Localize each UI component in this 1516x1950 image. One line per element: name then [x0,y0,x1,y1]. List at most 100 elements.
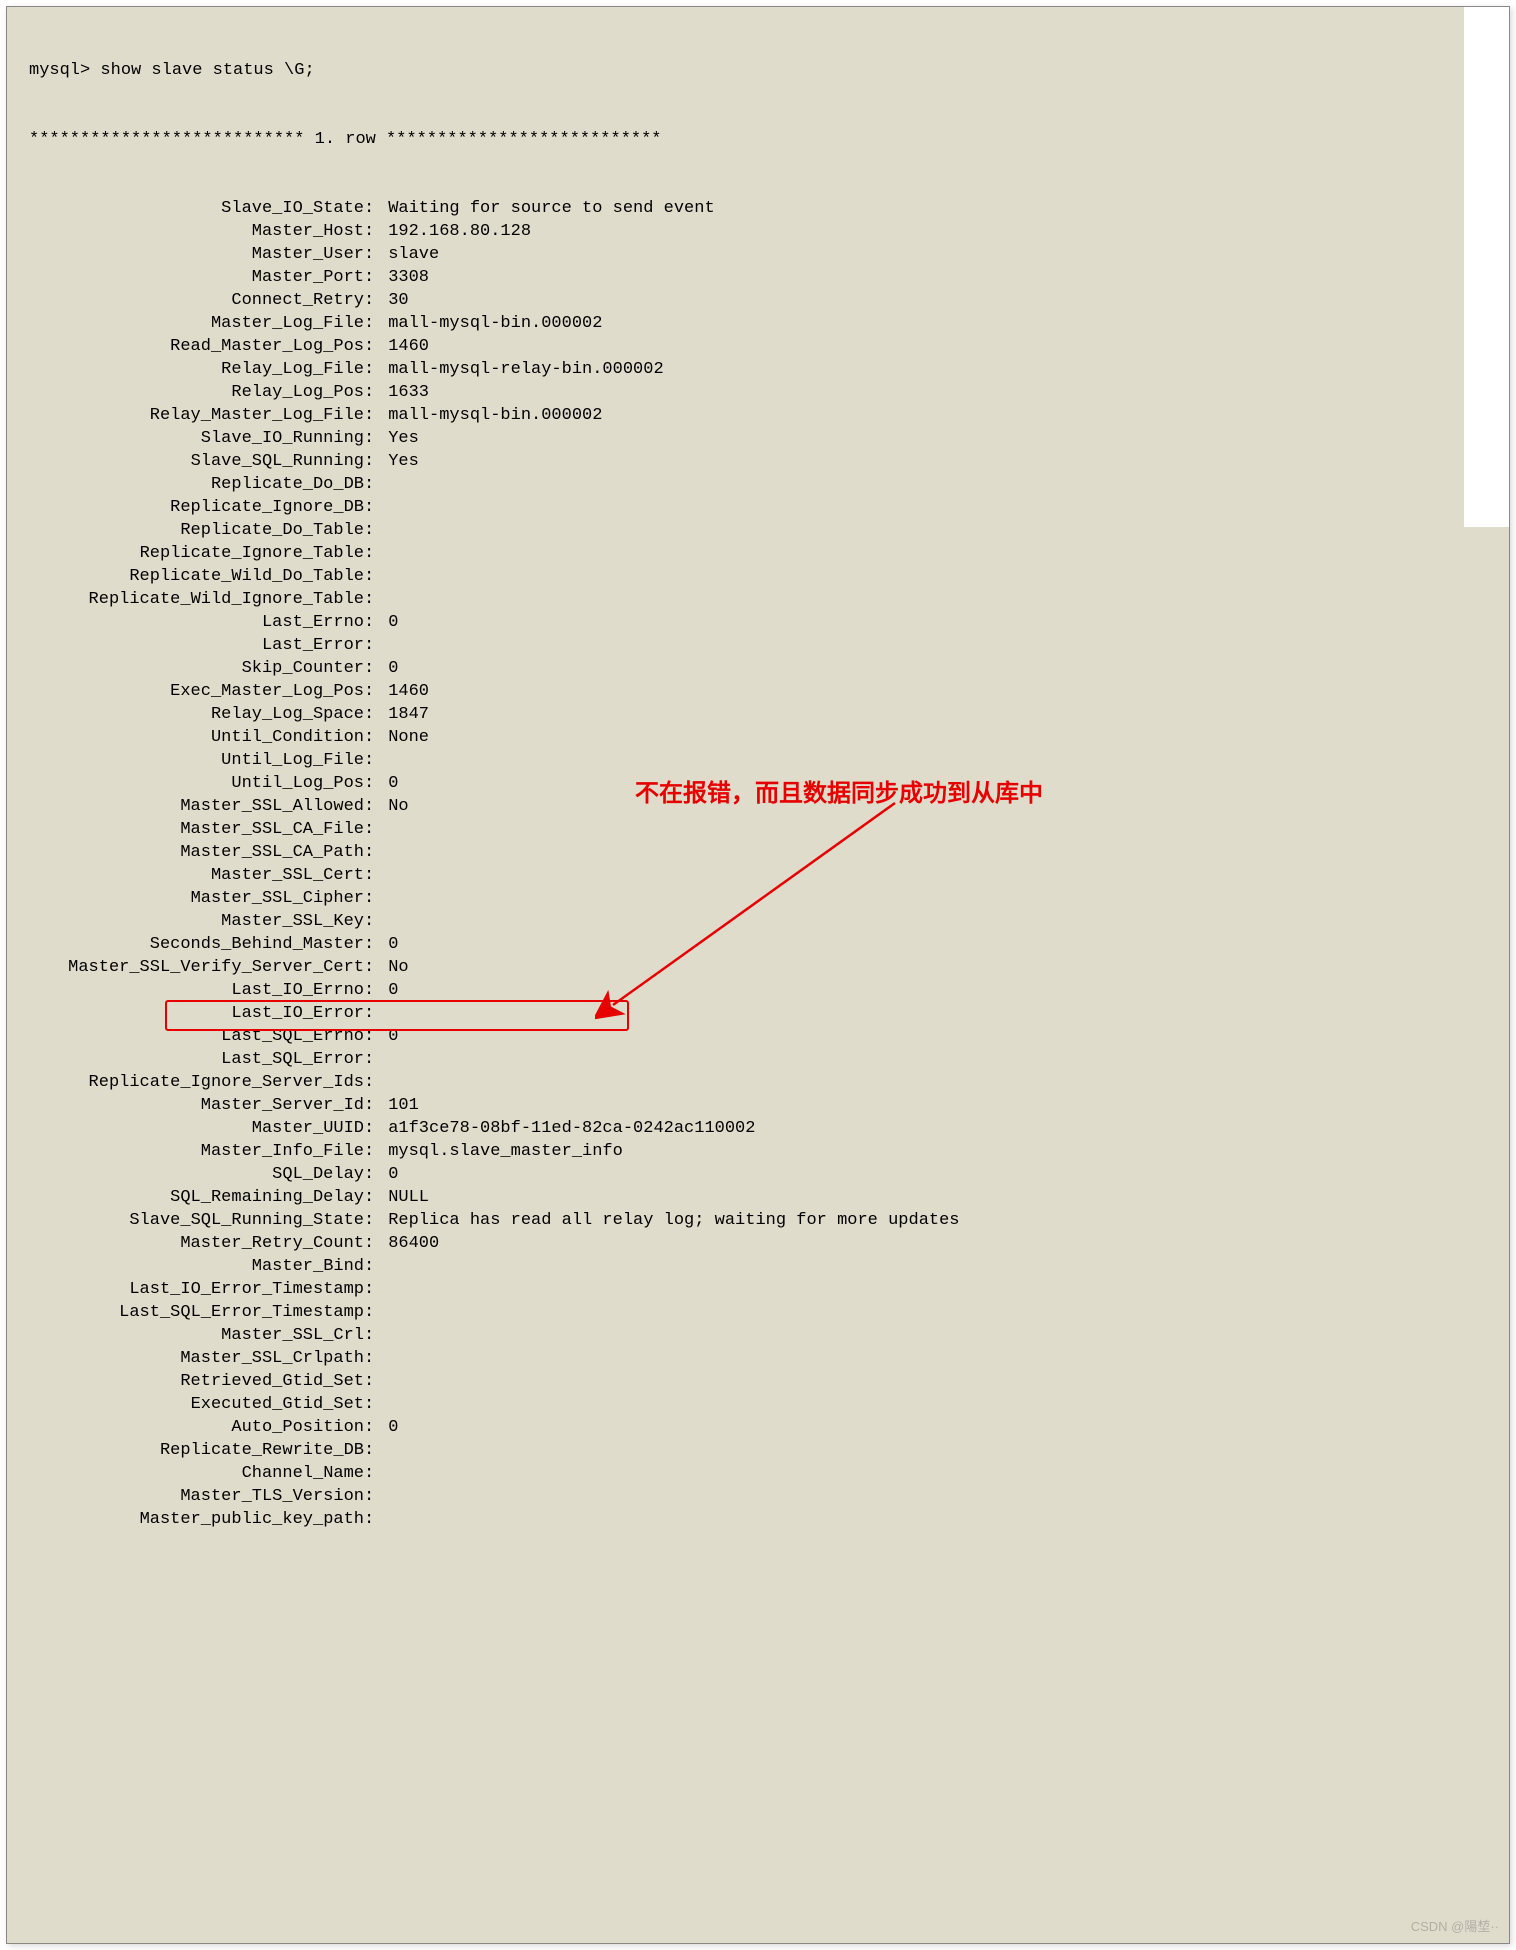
field-label: Until_Log_Pos [29,772,364,795]
field-label: Seconds_Behind_Master [29,933,364,956]
whitespace-patch [1464,7,1509,527]
field-value: mall-mysql-bin.000002 [378,312,602,335]
status-row: Replicate_Ignore_DB: [29,496,1509,519]
field-value: 0 [378,1163,398,1186]
field-label: Last_IO_Errno [29,979,364,1002]
colon: : [364,312,378,335]
field-value: 1460 [378,335,429,358]
colon: : [364,1485,378,1508]
status-row: Exec_Master_Log_Pos: 1460 [29,680,1509,703]
colon: : [364,473,378,496]
field-label: Slave_IO_State [29,197,364,220]
colon: : [364,519,378,542]
colon: : [364,496,378,519]
field-label: Until_Condition [29,726,364,749]
status-row: SQL_Delay: 0 [29,1163,1509,1186]
status-row: Replicate_Rewrite_DB: [29,1439,1509,1462]
field-label: Last_SQL_Error_Timestamp [29,1301,364,1324]
colon: : [364,887,378,910]
colon: : [364,795,378,818]
status-row: Skip_Counter: 0 [29,657,1509,680]
colon: : [364,933,378,956]
field-label: Skip_Counter [29,657,364,680]
colon: : [364,289,378,312]
status-row: Replicate_Do_Table: [29,519,1509,542]
field-label: Master_SSL_Crl [29,1324,364,1347]
field-label: Master_UUID [29,1117,364,1140]
colon: : [364,450,378,473]
status-row: Master_Log_File: mall-mysql-bin.000002 [29,312,1509,335]
field-label: Until_Log_File [29,749,364,772]
field-value: mall-mysql-bin.000002 [378,404,602,427]
field-label: Executed_Gtid_Set [29,1393,364,1416]
field-value: 1847 [378,703,429,726]
field-label: Replicate_Do_DB [29,473,364,496]
field-value: 0 [378,611,398,634]
status-row: Slave_SQL_Running: Yes [29,450,1509,473]
status-row: Executed_Gtid_Set: [29,1393,1509,1416]
status-row: Master_User: slave [29,243,1509,266]
status-row: Retrieved_Gtid_Set: [29,1370,1509,1393]
colon: : [364,611,378,634]
field-value: NULL [378,1186,429,1209]
status-row: Last_Errno: 0 [29,611,1509,634]
status-row: Slave_IO_State: Waiting for source to se… [29,197,1509,220]
colon: : [364,1163,378,1186]
status-row: Master_public_key_path: [29,1508,1509,1531]
colon: : [364,1002,378,1025]
field-label: Relay_Log_Space [29,703,364,726]
field-label: Relay_Log_File [29,358,364,381]
field-label: Master_User [29,243,364,266]
colon: : [364,634,378,657]
status-row: Replicate_Wild_Do_Table: [29,565,1509,588]
status-row: Read_Master_Log_Pos: 1460 [29,335,1509,358]
status-row: Replicate_Ignore_Table: [29,542,1509,565]
colon: : [364,726,378,749]
colon: : [364,1117,378,1140]
status-row: Until_Log_File: [29,749,1509,772]
field-value: 0 [378,979,398,1002]
field-label: Replicate_Ignore_Table [29,542,364,565]
terminal-window: mysql> show slave status \G; ***********… [6,6,1510,1944]
annotation-text: 不在报错，而且数据同步成功到从库中 [635,773,1043,808]
field-value: 86400 [378,1232,439,1255]
field-label: Channel_Name [29,1462,364,1485]
colon: : [364,910,378,933]
colon: : [364,1255,378,1278]
colon: : [364,588,378,611]
status-row: Master_UUID: a1f3ce78-08bf-11ed-82ca-024… [29,1117,1509,1140]
status-row: Last_Error: [29,634,1509,657]
status-row: Seconds_Behind_Master: 0 [29,933,1509,956]
field-label: Last_Error [29,634,364,657]
status-row: Replicate_Ignore_Server_Ids: [29,1071,1509,1094]
field-label: Master_Retry_Count [29,1232,364,1255]
colon: : [364,1462,378,1485]
row-header: *************************** 1. row *****… [29,128,1509,151]
field-value: 30 [378,289,409,312]
field-label: Last_IO_Error [29,1002,364,1025]
field-value: mall-mysql-relay-bin.000002 [378,358,664,381]
status-row: Master_SSL_CA_Path: [29,841,1509,864]
colon: : [364,1094,378,1117]
field-label: Slave_SQL_Running [29,450,364,473]
status-row: Relay_Log_Space: 1847 [29,703,1509,726]
field-label: Connect_Retry [29,289,364,312]
field-label: Master_SSL_CA_Path [29,841,364,864]
status-row: Relay_Log_File: mall-mysql-relay-bin.000… [29,358,1509,381]
status-row: Master_Bind: [29,1255,1509,1278]
field-label: Master_SSL_Verify_Server_Cert [29,956,364,979]
field-label: Master_public_key_path [29,1508,364,1531]
field-label: Master_Info_File [29,1140,364,1163]
field-value: 0 [378,1025,398,1048]
field-label: Master_Port [29,266,364,289]
field-label: Replicate_Ignore_Server_Ids [29,1071,364,1094]
status-row: Slave_IO_Running: Yes [29,427,1509,450]
colon: : [364,1071,378,1094]
colon: : [364,703,378,726]
field-value: Replica has read all relay log; waiting … [378,1209,960,1232]
field-label: Master_Log_File [29,312,364,335]
status-row: Master_SSL_Cert: [29,864,1509,887]
field-value: 1460 [378,680,429,703]
colon: : [364,1370,378,1393]
status-row: Last_SQL_Error: [29,1048,1509,1071]
